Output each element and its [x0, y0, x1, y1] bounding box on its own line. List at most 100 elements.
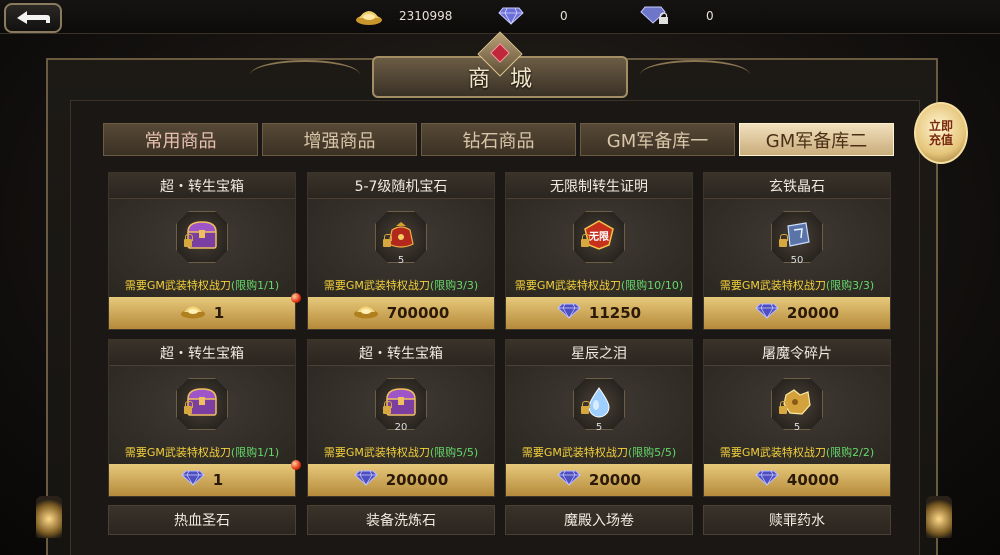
gold-currency: 2310998: [355, 5, 452, 27]
tab-diamond[interactable]: 钻石商品: [421, 123, 576, 156]
lock-icon: [779, 234, 788, 247]
purchase-requirement: 需要GM武装特权战刀(限购3/3): [704, 277, 890, 293]
item-card-title[interactable]: 赎罪药水: [703, 505, 891, 535]
item-price: 20000: [588, 471, 642, 489]
gold-amount: 2310998: [399, 9, 453, 23]
purchase-limit: (限购2/2): [825, 446, 875, 459]
item-price: 1: [213, 304, 225, 322]
lock-icon: [383, 234, 392, 247]
item-card-title[interactable]: 魔殿入场卷: [505, 505, 693, 535]
notification-dot-icon: [291, 460, 301, 470]
purchase-limit: (限购10/10): [620, 279, 684, 292]
buy-button[interactable]: 20000: [704, 297, 890, 329]
diamond-amount: 0: [560, 9, 568, 23]
recharge-button[interactable]: 立即 充值: [914, 102, 968, 164]
requirement-text: 需要GM武装特权战刀: [124, 446, 231, 459]
purchase-requirement: 需要GM武装特权战刀(限购1/1): [109, 444, 295, 460]
item-name: 超・转生宝箱: [109, 173, 295, 199]
tab-gm-armory-2[interactable]: GM军备库二: [739, 123, 894, 156]
tab-common[interactable]: 常用商品: [103, 123, 258, 156]
purchase-requirement: 需要GM武装特权战刀(限购10/10): [506, 277, 692, 293]
item-price: 40000: [786, 471, 840, 489]
category-tabs: 常用商品 增强商品 钻石商品 GM军备库一 GM军备库二: [103, 123, 894, 156]
buy-button[interactable]: 40000: [704, 464, 890, 496]
item-price: 200000: [385, 471, 449, 489]
purchase-limit: (限购3/3): [825, 279, 875, 292]
requirement-text: 需要GM武装特权战刀: [719, 446, 826, 459]
item-name: 超・转生宝箱: [308, 340, 494, 366]
lamp-ornament-left: [36, 496, 62, 538]
item-card[interactable]: 5-7级随机宝石 5 需要GM武装特权战刀(限购3/3) 700000: [307, 172, 495, 330]
diamond-icon: [557, 470, 581, 486]
item-card-body: 需要GM武装特权战刀(限购1/1): [109, 199, 295, 297]
item-name: 无限制转生证明: [506, 173, 692, 199]
item-card[interactable]: 超・转生宝箱需要GM武装特权战刀(限购1/1) 1: [108, 339, 296, 497]
item-card[interactable]: 超・转生宝箱需要GM武装特权战刀(限购1/1) 1: [108, 172, 296, 330]
gold-ingot-icon: [180, 306, 205, 319]
item-card-body: 50 需要GM武装特权战刀(限购3/3): [704, 199, 890, 297]
item-name: 星辰之泪: [506, 340, 692, 366]
diamond-price-icon: [755, 303, 779, 323]
tab-gm-armory-1[interactable]: GM军备库一: [580, 123, 735, 156]
item-card-title[interactable]: 热血圣石: [108, 505, 296, 535]
item-card-body: 5 需要GM武装特权战刀(限购3/3): [308, 199, 494, 297]
bound-diamond-amount: 0: [706, 9, 714, 23]
item-name: 5-7级随机宝石: [308, 173, 494, 199]
requirement-text: 需要GM武装特权战刀: [719, 279, 826, 292]
lock-icon: [779, 401, 788, 414]
diamond-icon: [498, 7, 524, 25]
item-card[interactable]: 玄铁晶石 50 需要GM武装特权战刀(限购3/3) 20000: [703, 172, 891, 330]
item-card-body: 5 需要GM武装特权战刀(限购5/5): [506, 366, 692, 464]
purchase-requirement: 需要GM武装特权战刀(限购1/1): [109, 277, 295, 293]
purchase-limit: (限购1/1): [230, 446, 280, 459]
lock-icon: [581, 234, 590, 247]
gold-price-icon: [353, 303, 379, 323]
item-card-title[interactable]: 装备洗炼石: [307, 505, 495, 535]
diamond-icon: [353, 470, 378, 486]
tab-enhance[interactable]: 增强商品: [262, 123, 417, 156]
item-count: 20: [394, 422, 408, 433]
item-name: 玄铁晶石: [704, 173, 890, 199]
item-icon-frame[interactable]: [176, 211, 228, 263]
buy-button[interactable]: 1: [109, 297, 295, 329]
recharge-label-2: 充值: [928, 133, 953, 147]
ornament-right: [640, 60, 750, 90]
item-count: 5: [793, 422, 801, 433]
item-name: 超・转生宝箱: [109, 340, 295, 366]
item-card[interactable]: 屠魔令碎片 5 需要GM武装特权战刀(限购2/2) 40000: [703, 339, 891, 497]
buy-button[interactable]: 1: [109, 464, 295, 496]
buy-button[interactable]: 700000: [308, 297, 494, 329]
bound-diamond-icon: [640, 6, 668, 24]
item-price: 11250: [588, 304, 642, 322]
purchase-requirement: 需要GM武装特权战刀(限购2/2): [704, 444, 890, 460]
back-button[interactable]: [4, 3, 62, 33]
buy-button[interactable]: 11250: [506, 297, 692, 329]
item-card-body: 需要GM武装特权战刀(限购1/1): [109, 366, 295, 464]
buy-button[interactable]: 20000: [506, 464, 692, 496]
item-price: 1: [212, 471, 224, 489]
item-card-body: 20 需要GM武装特权战刀(限购5/5): [308, 366, 494, 464]
top-bar: 2310998 0 0: [0, 0, 1000, 34]
item-card-body: 无限需要GM武装特权战刀(限购10/10): [506, 199, 692, 297]
item-card[interactable]: 超・转生宝箱 20 需要GM武装特权战刀(限购5/5) 200000: [307, 339, 495, 497]
buy-button[interactable]: 200000: [308, 464, 494, 496]
requirement-text: 需要GM武装特权战刀: [323, 279, 430, 292]
item-name: 屠魔令碎片: [704, 340, 890, 366]
lock-icon: [581, 401, 590, 414]
diamond-price-icon: [557, 303, 581, 323]
back-arrow-icon: [17, 11, 50, 24]
item-icon-frame[interactable]: [176, 378, 228, 430]
item-card[interactable]: 无限制转生证明无限需要GM武装特权战刀(限购10/10) 11250: [505, 172, 693, 330]
item-icon-frame[interactable]: 无限: [573, 211, 625, 263]
diamond-price-icon: [755, 470, 779, 490]
purchase-limit: (限购5/5): [429, 446, 479, 459]
requirement-text: 需要GM武装特权战刀: [521, 446, 628, 459]
diamond-price-icon: [557, 470, 581, 490]
requirement-text: 需要GM武装特权战刀: [323, 446, 430, 459]
lock-icon: [383, 401, 392, 414]
ornament-left: [250, 60, 360, 90]
item-count: 5: [595, 422, 603, 433]
item-card-body: 5 需要GM武装特权战刀(限购2/2): [704, 366, 890, 464]
item-card[interactable]: 星辰之泪 5 需要GM武装特权战刀(限购5/5) 20000: [505, 339, 693, 497]
lock-icon: [184, 234, 193, 247]
